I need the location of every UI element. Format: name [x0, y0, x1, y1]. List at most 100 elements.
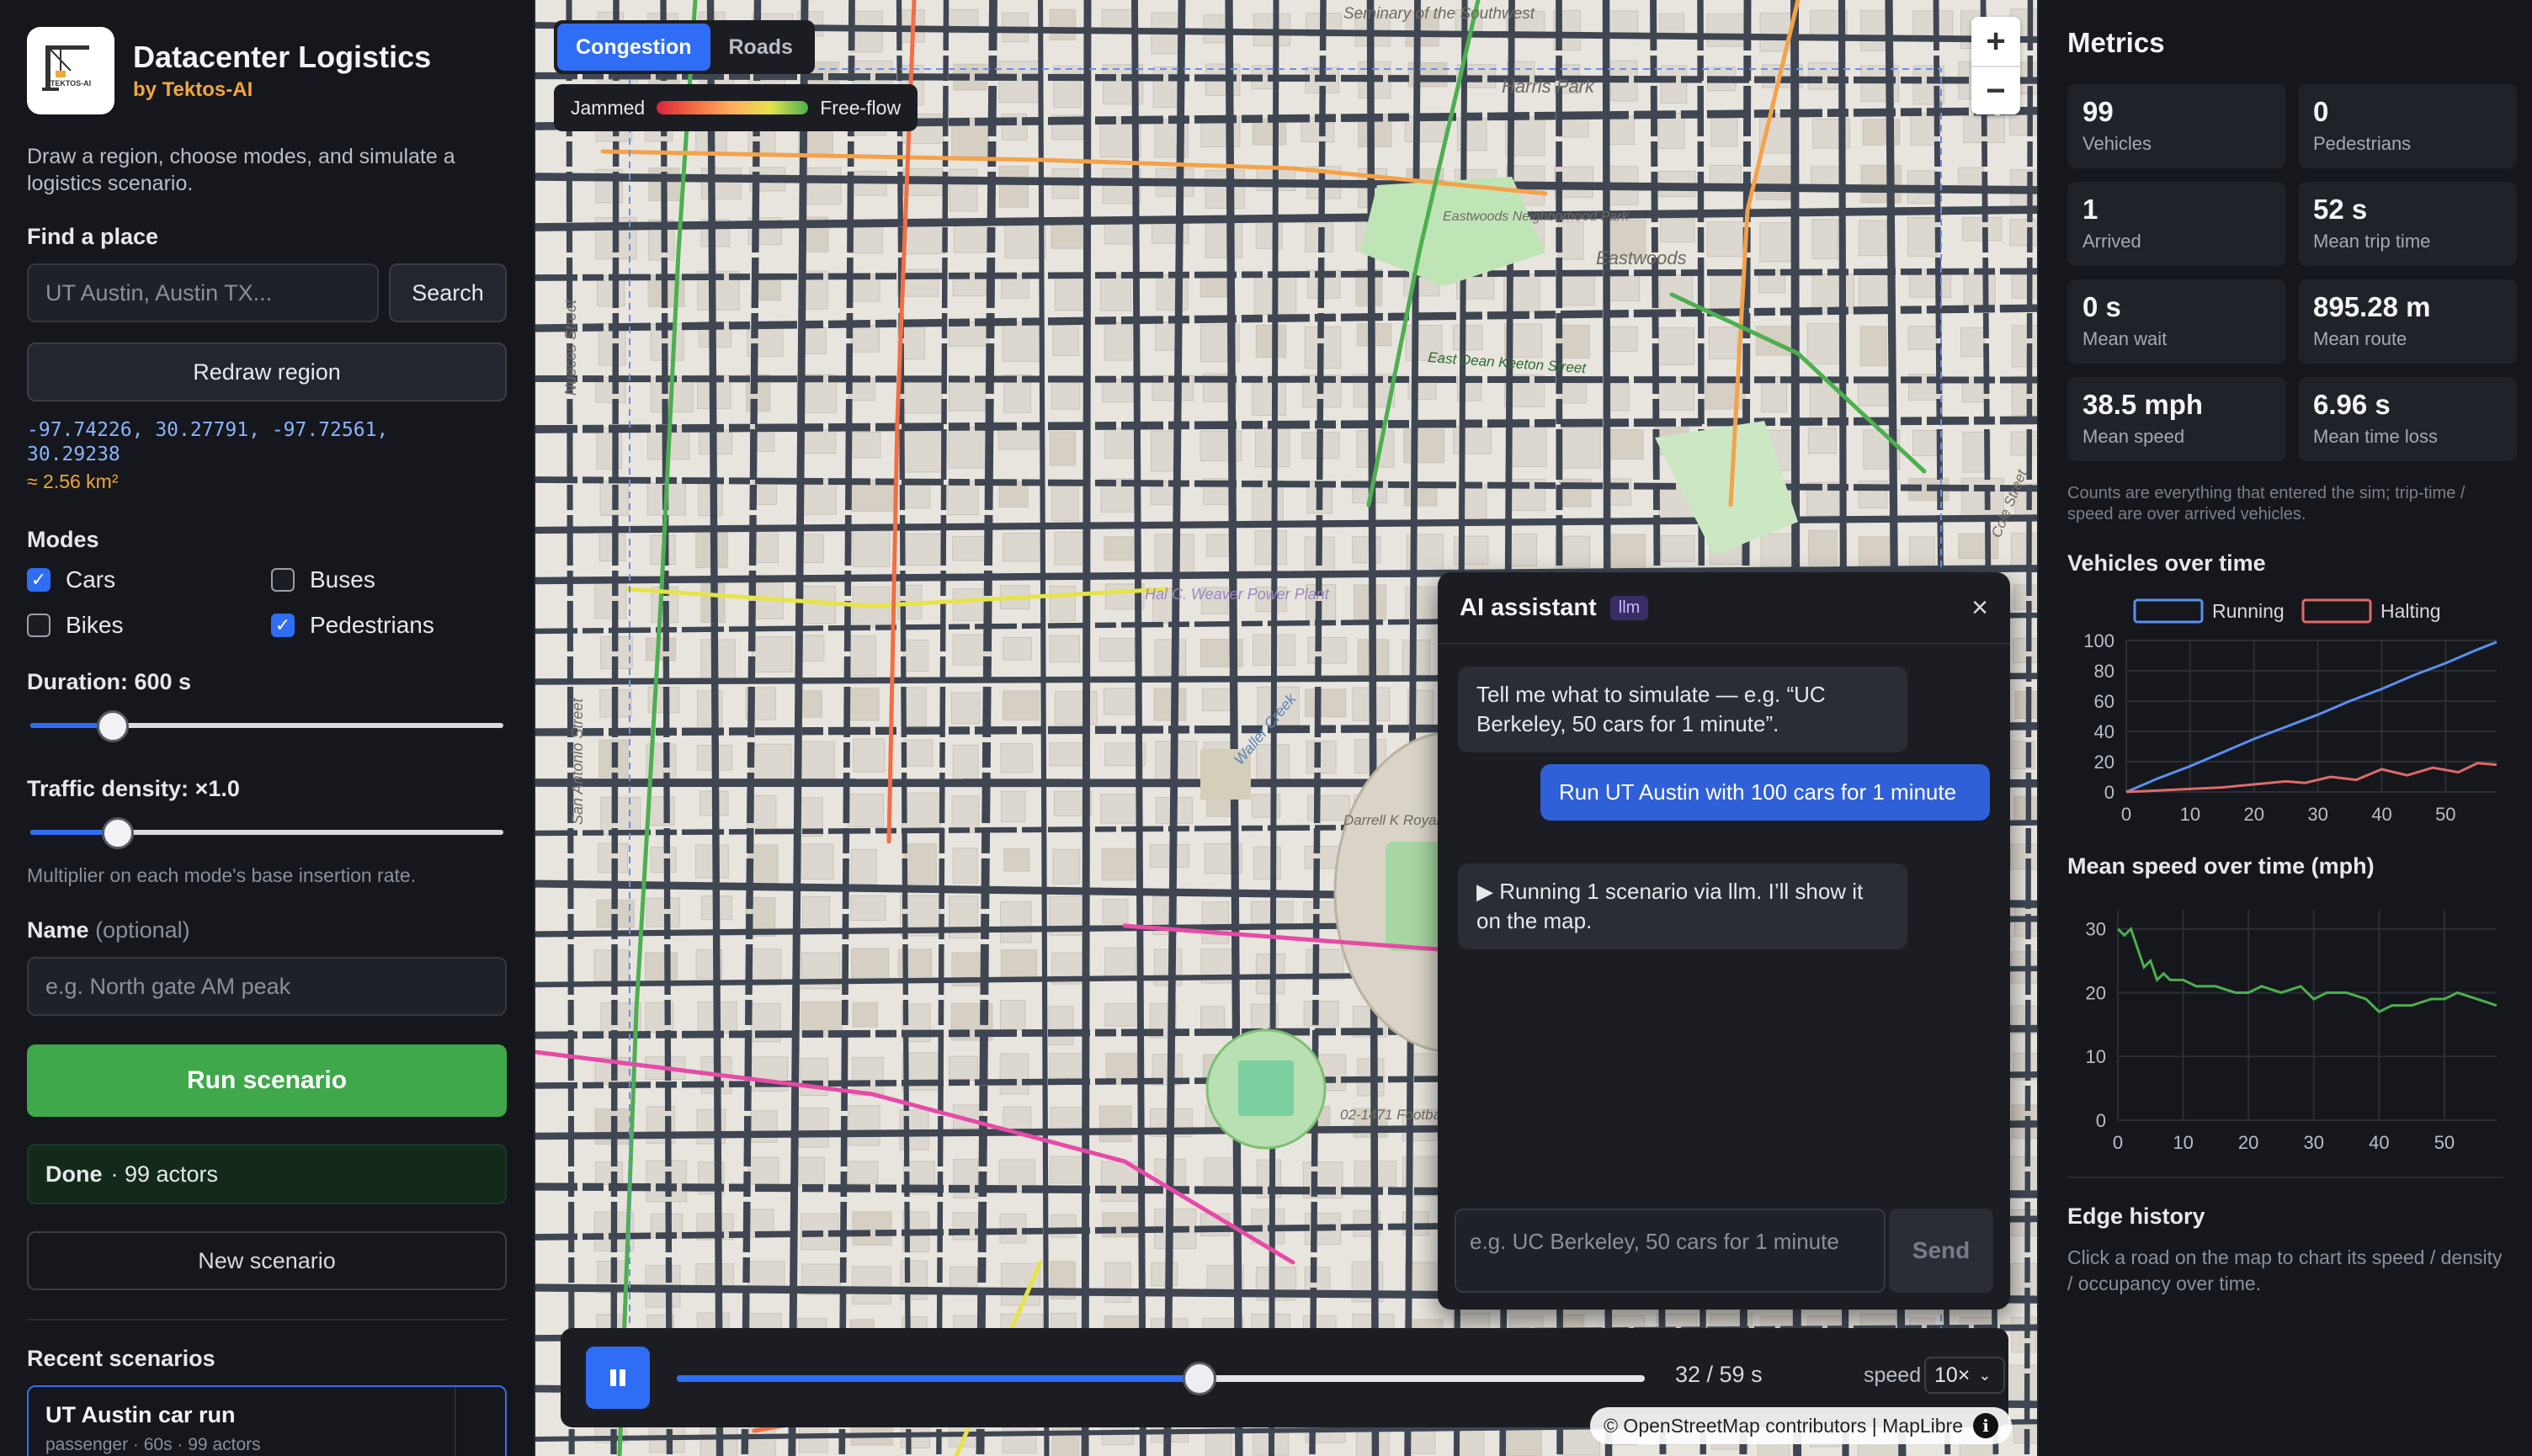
coords-line-1: -97.74226, 30.27791, -97.72561,: [27, 419, 389, 441]
assistant-mode-badge: llm: [1609, 595, 1649, 620]
redraw-region-button[interactable]: Redraw region: [27, 343, 507, 401]
run-scenario-button[interactable]: Run scenario: [27, 1044, 507, 1117]
legend-swatch: [2301, 598, 2372, 624]
timeline-thumb[interactable]: [1183, 1362, 1216, 1395]
metric-value: 0 s: [2083, 291, 2121, 322]
zoom-in-button[interactable]: +: [1971, 17, 2020, 66]
close-icon[interactable]: ×: [1971, 592, 1988, 624]
series-line-0: [2116, 926, 2497, 1014]
metrics-note: Counts are everything that entered the s…: [2067, 484, 2466, 523]
mode-label: Bikes: [66, 612, 124, 638]
brand-header: TEKTOS-AI Datacenter Logistics by Tektos…: [27, 27, 507, 114]
metric-label: Mean wait: [2083, 328, 2168, 349]
map-label-eastwoods-park: Eastwoods Neighborhood Park: [1443, 210, 1630, 224]
cars-checkbox[interactable]: ✓: [27, 568, 51, 592]
zoom-controls: + −: [1971, 17, 2020, 114]
region-area: ≈ 2.56 km²: [27, 470, 119, 492]
map-canvas[interactable]: Seminary of the Southwest Harris Park Ea…: [535, 0, 2037, 1456]
find-place-label: Find a place: [27, 224, 159, 249]
y-tick-label: 40: [2094, 721, 2114, 742]
new-scenario-button[interactable]: New scenario: [27, 1231, 507, 1290]
name-optional-tag: (optional): [95, 917, 190, 943]
zoom-out-button[interactable]: −: [1971, 66, 2020, 114]
assistant-prompt-input[interactable]: e.g. UC Berkeley, 50 cars for 1 minute: [1455, 1209, 1886, 1293]
app-subtitle: by Tektos-AI: [133, 78, 253, 101]
recent-scenario-meta: passenger · 60s · 99 actors: [45, 1435, 261, 1454]
y-tick-label: 100: [2083, 630, 2114, 651]
y-tick-label: 30: [2086, 919, 2106, 940]
congestion-legend: Jammed Free-flow: [554, 84, 918, 131]
place-search-input[interactable]: UT Austin, Austin TX...: [27, 263, 379, 322]
mode-cars[interactable]: ✓ Cars: [27, 566, 271, 593]
x-tick-label: 40: [2371, 804, 2391, 825]
duration-slider-thumb[interactable]: [96, 710, 129, 742]
delete-scenario-icon[interactable]: ×: [455, 1387, 505, 1456]
series-line-1: [2125, 762, 2497, 794]
density-label: Traffic density: ×1.0: [27, 776, 240, 801]
x-tick-label: 10: [2180, 804, 2200, 825]
edge-history-title: Edge history: [2067, 1204, 2205, 1229]
chevron-down-icon: ⌄: [1978, 1366, 1992, 1384]
send-button[interactable]: Send: [1889, 1209, 1993, 1293]
metric-value: 99: [2083, 96, 2114, 127]
bikes-checkbox[interactable]: [27, 614, 51, 637]
info-icon[interactable]: i: [1973, 1413, 1998, 1438]
density-slider[interactable]: [27, 816, 507, 849]
attribution-text[interactable]: © OpenStreetMap contributors | MapLibre: [1604, 1415, 1963, 1437]
density-slider-thumb[interactable]: [101, 817, 134, 849]
search-button[interactable]: Search: [389, 263, 507, 322]
metric-card: 895.28 m Mean route: [2298, 279, 2517, 364]
metric-value: 0: [2313, 96, 2329, 127]
metric-card: 1 Arrived: [2067, 182, 2286, 266]
metric-value: 895.28 m: [2313, 291, 2431, 322]
region-coordinates: -97.74226, 30.27791, -97.72561, 30.29238: [27, 418, 507, 467]
legend-free-flow: Free-flow: [820, 96, 902, 119]
recent-scenario-item[interactable]: UT Austin car run passenger · 60s · 99 a…: [27, 1385, 507, 1456]
y-tick-label: 80: [2094, 661, 2114, 682]
map-layer-tabs: Congestion Roads: [554, 20, 815, 74]
pedestrians-checkbox[interactable]: ✓: [271, 614, 295, 637]
mode-bikes[interactable]: Bikes: [27, 612, 271, 639]
metric-card: 6.96 s Mean time loss: [2298, 377, 2517, 461]
x-tick-label: 30: [2307, 804, 2327, 825]
mean-speed-chart: 0 10 20 30 40 50 0 10 20 30: [2086, 910, 2497, 1153]
metrics-grid: 99 Vehicles 0 Pedestrians 1 Arrived 52 s Mean t…: [2067, 84, 2517, 461]
mode-buses[interactable]: Buses: [271, 566, 515, 593]
pause-button[interactable]: [586, 1347, 650, 1409]
duration-slider[interactable]: [27, 709, 507, 742]
metric-label: Vehicles: [2083, 133, 2152, 154]
buses-checkbox[interactable]: [271, 568, 295, 592]
map-label-power-plant: Hal C. Weaver Power Plant: [1145, 586, 1330, 603]
tab-congestion[interactable]: Congestion: [557, 24, 710, 71]
scenario-name-input[interactable]: e.g. North gate AM peak: [27, 957, 507, 1016]
mode-label: Buses: [310, 566, 375, 592]
speed-select[interactable]: 10× ⌄: [1924, 1357, 2005, 1394]
status-done: Done: [45, 1161, 103, 1187]
speed-label: speed: [1864, 1363, 1922, 1387]
playback-time: 32 / 59 s: [1675, 1362, 1763, 1387]
vehicles-chart-title: Vehicles over time: [2067, 550, 2266, 576]
y-tick-label: 20: [2094, 752, 2114, 773]
divider: [2067, 1177, 2503, 1178]
x-tick-label: 20: [2238, 1132, 2258, 1153]
timeline-slider[interactable]: [677, 1362, 1645, 1395]
name-label: Name (optional): [27, 917, 190, 943]
metric-card: 0 s Mean wait: [2067, 279, 2286, 364]
recent-scenario-title: UT Austin car run: [45, 1402, 236, 1427]
legend-swatch: [2133, 598, 2204, 624]
assistant-title: AI assistant: [1460, 593, 1597, 621]
metric-label: Arrived: [2083, 231, 2141, 252]
metrics-title: Metrics: [2067, 27, 2165, 58]
metric-value: 38.5 mph: [2083, 389, 2204, 420]
legend-label: Running: [2212, 600, 2285, 622]
mode-pedestrians[interactable]: ✓ Pedestrians: [271, 612, 515, 639]
tab-roads[interactable]: Roads: [710, 24, 811, 71]
y-tick-label: 0: [2104, 782, 2114, 803]
divider: [27, 1319, 507, 1320]
x-tick-label: 0: [2113, 1132, 2123, 1153]
metric-value: 1: [2083, 194, 2098, 225]
y-tick-label: 10: [2086, 1046, 2106, 1067]
recent-scenarios-label: Recent scenarios: [27, 1346, 215, 1371]
metric-card: 38.5 mph Mean speed: [2067, 377, 2286, 461]
ai-assistant-panel: AI assistant llm × Tell me what to simul…: [1438, 572, 2010, 1310]
